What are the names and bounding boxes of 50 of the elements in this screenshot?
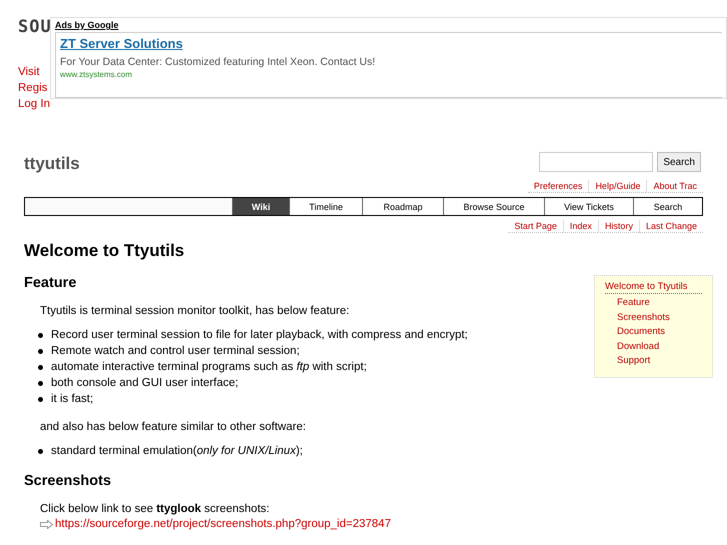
- paragraph: Ttyutils is terminal session monitor toolkit, has below feature:: [40, 305, 350, 317]
- search-field[interactable]: [539, 152, 654, 172]
- nav-tab[interactable]: Search: [633, 198, 702, 215]
- context-nav-link[interactable]: History: [598, 220, 639, 233]
- bullet-icon: [38, 396, 43, 402]
- nav-tab[interactable]: Roadmap: [362, 198, 443, 215]
- bullet-icon: [38, 448, 43, 454]
- toc-link[interactable]: Feature: [617, 296, 712, 310]
- page-title: Welcome to Ttyutils: [24, 241, 184, 261]
- toc-link[interactable]: Documents: [617, 325, 712, 340]
- toc-link[interactable]: Welcome to Ttyutils: [605, 281, 702, 294]
- nav-tab[interactable]: Timeline: [289, 198, 362, 215]
- list-item-text: Record user terminal session to file for later playback, with compress and encrypt;: [51, 328, 468, 343]
- bullet-icon: [38, 380, 43, 386]
- search-button[interactable]: Search: [657, 152, 701, 172]
- list-item-text: it is fast;: [51, 392, 94, 407]
- external-link[interactable]: https://sourceforge.net/project/screenshots.php?group_id=237847: [55, 518, 391, 530]
- bullet-icon: [38, 364, 43, 370]
- toc-link[interactable]: Download: [617, 340, 712, 354]
- ad-text: For Your Data Center: Customized featuring Intel Xeon. Contact Us!: [60, 56, 376, 68]
- ad-url[interactable]: www.ztsystems.com: [60, 70, 718, 79]
- context-nav-link[interactable]: Start Page: [508, 220, 563, 233]
- ad-title-link[interactable]: ZT Server Solutions: [60, 36, 183, 51]
- bullet-icon: [38, 332, 43, 338]
- header-link[interactable]: Visit: [18, 64, 40, 80]
- site-logo: SOU: [18, 17, 52, 37]
- meta-nav-link[interactable]: About Trac: [646, 180, 703, 193]
- meta-nav-link[interactable]: Help/Guide: [588, 180, 646, 193]
- list-item-text: standard terminal emulation(only for UNIX/Linux);: [51, 444, 303, 459]
- context-nav-link[interactable]: Index: [562, 220, 598, 233]
- list-item-text: both console and GUI user interface;: [51, 376, 238, 391]
- section-heading: Feature: [24, 275, 76, 291]
- toc-link[interactable]: Support: [617, 354, 712, 368]
- nav-tab[interactable]: Browse Source: [443, 198, 544, 215]
- meta-nav-link[interactable]: Preferences: [528, 180, 588, 193]
- list-item-text: automate interactive terminal programs such as ftp with script;: [51, 360, 367, 375]
- ad-label[interactable]: Ads by Google: [55, 20, 722, 30]
- context-nav-link[interactable]: Last Change: [638, 220, 703, 233]
- external-link-icon: [40, 520, 53, 528]
- paragraph: and also has below feature similar to other software:: [40, 421, 306, 433]
- nav-tab[interactable]: Wiki: [232, 198, 289, 215]
- list-item-text: Remote watch and control user terminal session;: [51, 344, 300, 359]
- section-heading: Screenshots: [24, 473, 112, 489]
- nav-tab[interactable]: View Tickets: [544, 198, 633, 215]
- project-title: ttyutils: [24, 154, 80, 174]
- toc-link[interactable]: Screenshots: [617, 310, 712, 325]
- header-link[interactable]: Regis: [18, 80, 48, 96]
- bullet-icon: [38, 348, 43, 354]
- header-link[interactable]: Log In: [18, 96, 50, 112]
- paragraph: Click below link to see ttyglook screenshots:: [40, 503, 270, 515]
